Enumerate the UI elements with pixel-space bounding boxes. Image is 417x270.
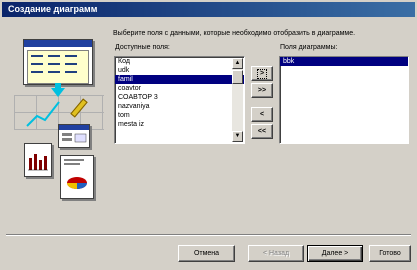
finish-button[interactable]: Готово — [369, 245, 411, 262]
window-title: Создание диаграмм — [8, 4, 98, 14]
add-all-fields-button[interactable]: >> — [251, 83, 273, 98]
list-item[interactable]: famil — [115, 75, 244, 84]
chart-wizard-window: Создание диаграмм Выберите поля с данным… — [0, 0, 417, 270]
back-button[interactable]: < Назад — [248, 245, 304, 262]
scroll-thumb[interactable] — [232, 70, 243, 84]
form-graphic — [58, 124, 90, 148]
available-fields-label: Доступные поля: — [115, 44, 170, 51]
available-fields-list[interactable]: Код udk famil coavtor COABTOP 3 nazvaniya tom m… — [114, 56, 245, 144]
scroll-down-button[interactable]: ▼ — [232, 131, 243, 142]
available-fields-scrollbar[interactable]: ▲ ▼ — [232, 58, 243, 142]
list-item[interactable]: nazvaniya — [115, 102, 244, 111]
line-chart-icon — [26, 101, 60, 127]
bar-chart-icon — [24, 143, 52, 177]
title-bar: Создание диаграмм — [2, 2, 415, 17]
list-item[interactable]: Код — [115, 57, 244, 66]
separator — [6, 234, 411, 236]
add-field-button[interactable]: > — [251, 66, 273, 81]
list-item[interactable]: udk — [115, 66, 244, 75]
instruction-text: Выберите поля с данными, которые необход… — [113, 30, 356, 37]
remove-all-fields-button[interactable]: << — [251, 124, 273, 139]
list-item[interactable]: mesta iz — [115, 120, 244, 129]
chart-fields-list[interactable]: bbk — [279, 56, 409, 144]
next-button[interactable]: Далее > — [307, 245, 363, 262]
scroll-up-button[interactable]: ▲ — [232, 58, 243, 69]
list-item[interactable]: coavtor — [115, 84, 244, 93]
pie-chart-icon — [60, 155, 94, 199]
list-item[interactable]: tom — [115, 111, 244, 120]
list-item[interactable]: COABTOP 3 — [115, 93, 244, 102]
remove-field-button[interactable]: < — [251, 107, 273, 122]
cancel-button[interactable]: Отмена — [178, 245, 235, 262]
chart-fields-label: Поля диаграммы: — [280, 44, 338, 51]
list-item[interactable]: bbk — [280, 57, 408, 66]
table-graphic — [23, 39, 93, 85]
